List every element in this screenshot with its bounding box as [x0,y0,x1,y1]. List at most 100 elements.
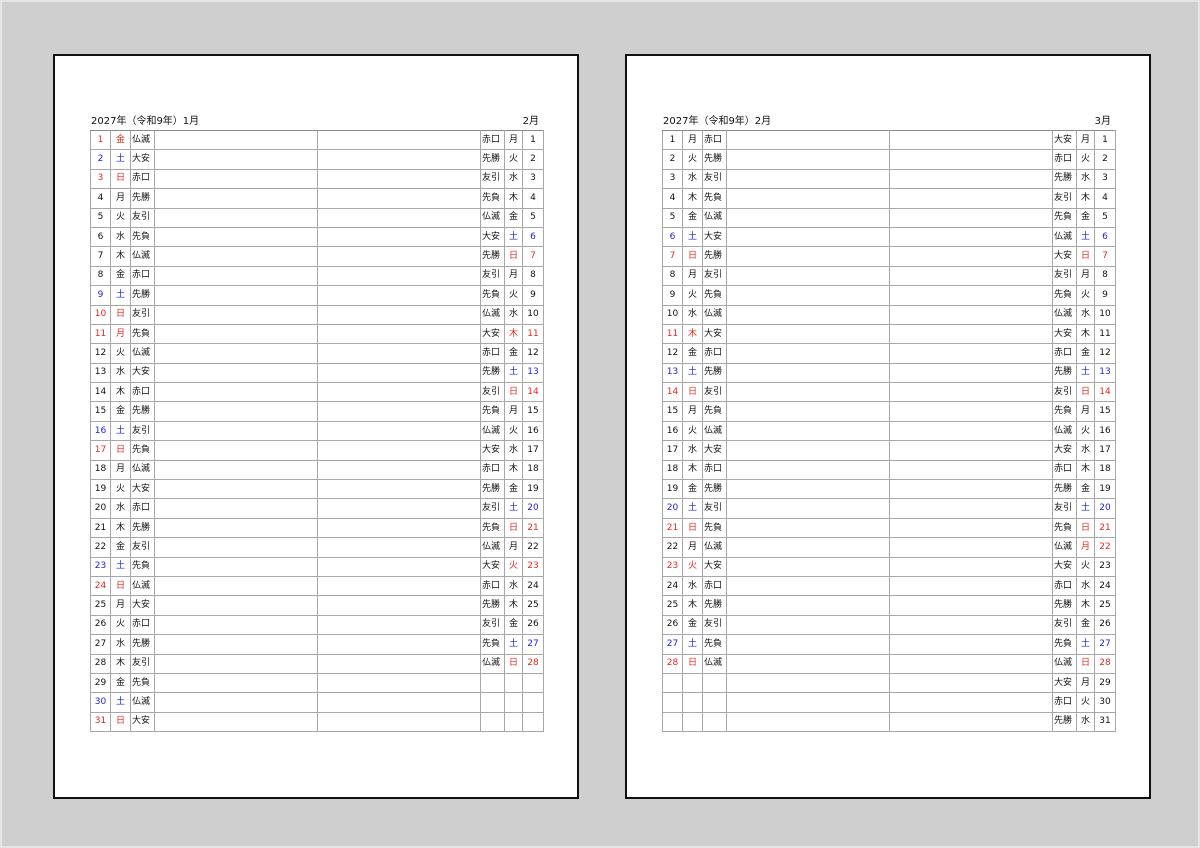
memo-cell [726,246,890,267]
table-row: 5 金仏滅 先負金 5 [662,207,1116,228]
memo-cell [317,362,481,384]
memo-cell [726,614,890,636]
next-weekday: 木 [1076,595,1095,616]
weekday: 木 [682,323,703,345]
table-row: 14 日友引 友引日 14 [662,382,1116,403]
day-number: 13 [662,362,683,384]
weekday [682,711,703,733]
day-number: 26 [90,614,111,636]
next-day-number: 10 [522,304,544,325]
table-row: 先勝水 31 [662,711,1116,733]
table-row: 10 水仏滅 仏滅水 10 [662,304,1116,325]
memo-cell [726,459,890,481]
table-row: 11 月先負 大安木 11 [90,323,544,345]
memo-cell [726,285,890,306]
weekday: 火 [110,614,131,636]
rokuyo: 先負 [702,285,727,306]
weekday: 日 [682,653,703,674]
next-weekday: 水 [1076,304,1095,325]
day-number: 1 [90,129,111,151]
page-title: 2027年（令和9年）1月 [91,116,200,127]
table-row: 26 火赤口 友引金 26 [90,614,544,636]
next-rokuyo: 仏滅 [1052,304,1077,325]
rokuyo: 大安 [130,479,155,500]
day-number: 14 [662,382,683,403]
memo-cell [317,149,481,170]
memo-cell [889,479,1053,500]
memo-cell [154,634,318,655]
next-rokuyo: 先負 [1052,401,1077,422]
rokuyo: 先負 [130,672,155,694]
memo-cell [889,246,1053,267]
weekday: 金 [110,672,131,694]
rokuyo: 仏滅 [130,575,155,597]
table-row: 18 木赤口 赤口木 18 [662,459,1116,481]
next-weekday [504,672,523,694]
table-row: 24 日仏滅 赤口水 24 [90,575,544,597]
next-rokuyo: 先勝 [480,362,505,384]
memo-cell [726,440,890,461]
next-rokuyo: 大安 [1052,129,1077,151]
weekday: 土 [110,692,131,713]
next-weekday: 火 [504,420,523,442]
rokuyo: 友引 [702,614,727,636]
memo-cell [317,420,481,442]
day-number: 25 [90,595,111,616]
next-weekday: 日 [1076,246,1095,267]
next-day-number: 20 [1094,498,1116,519]
memo-cell [889,382,1053,403]
day-number: 24 [662,575,683,597]
memo-cell [889,207,1053,228]
rokuyo: 仏滅 [702,304,727,325]
table-row: 9 土先勝 先負火 9 [90,285,544,306]
memo-cell [317,672,481,694]
next-day-number: 2 [1094,149,1116,170]
next-rokuyo: 仏滅 [480,420,505,442]
memo-cell [154,362,318,384]
memo-cell [317,343,481,364]
day-number: 12 [662,343,683,364]
calendar-table: 1 金仏滅 赤口月 1 2 土大安 先勝火 2 3 日赤口 友引水 3 4 月先勝 先負木 4 5 火友引 仏滅金 5… [90,129,544,733]
memo-cell [154,711,318,733]
weekday: 火 [682,556,703,577]
table-row: 28 木友引 仏滅日 28 [90,653,544,674]
weekday: 土 [110,556,131,577]
next-rokuyo: 友引 [480,265,505,287]
table-row: 6 土大安 仏滅土 6 [662,226,1116,248]
day-number: 7 [90,246,111,267]
next-weekday: 木 [1076,323,1095,345]
weekday: 土 [110,420,131,442]
memo-cell [154,556,318,577]
next-weekday [504,711,523,733]
table-row: 2 土大安 先勝火 2 [90,149,544,170]
weekday: 月 [682,401,703,422]
table-row: 30 土仏滅 [90,692,544,713]
next-weekday: 土 [1076,226,1095,248]
day-number [662,672,683,694]
day-number: 22 [662,537,683,558]
day-number: 5 [90,207,111,228]
next-rokuyo: 友引 [480,382,505,403]
rokuyo: 仏滅 [702,653,727,674]
memo-cell [317,285,481,306]
next-day-number: 17 [522,440,544,461]
day-number: 15 [662,401,683,422]
memo-cell [889,168,1053,190]
next-rokuyo: 仏滅 [480,653,505,674]
table-row: 赤口火 30 [662,692,1116,713]
table-row: 25 月大安 先勝木 25 [90,595,544,616]
rokuyo: 先勝 [702,595,727,616]
rokuyo: 大安 [702,323,727,345]
table-row: 16 土友引 仏滅火 16 [90,420,544,442]
next-weekday: 月 [1076,265,1095,287]
memo-cell [889,692,1053,713]
weekday: 金 [682,343,703,364]
weekday: 水 [682,440,703,461]
next-rokuyo: 赤口 [480,129,505,151]
next-day-number: 30 [1094,692,1116,713]
day-number: 2 [90,149,111,170]
memo-cell [726,498,890,519]
memo-cell [317,168,481,190]
next-weekday: 水 [504,575,523,597]
table-row: 3 水友引 先勝水 3 [662,168,1116,190]
